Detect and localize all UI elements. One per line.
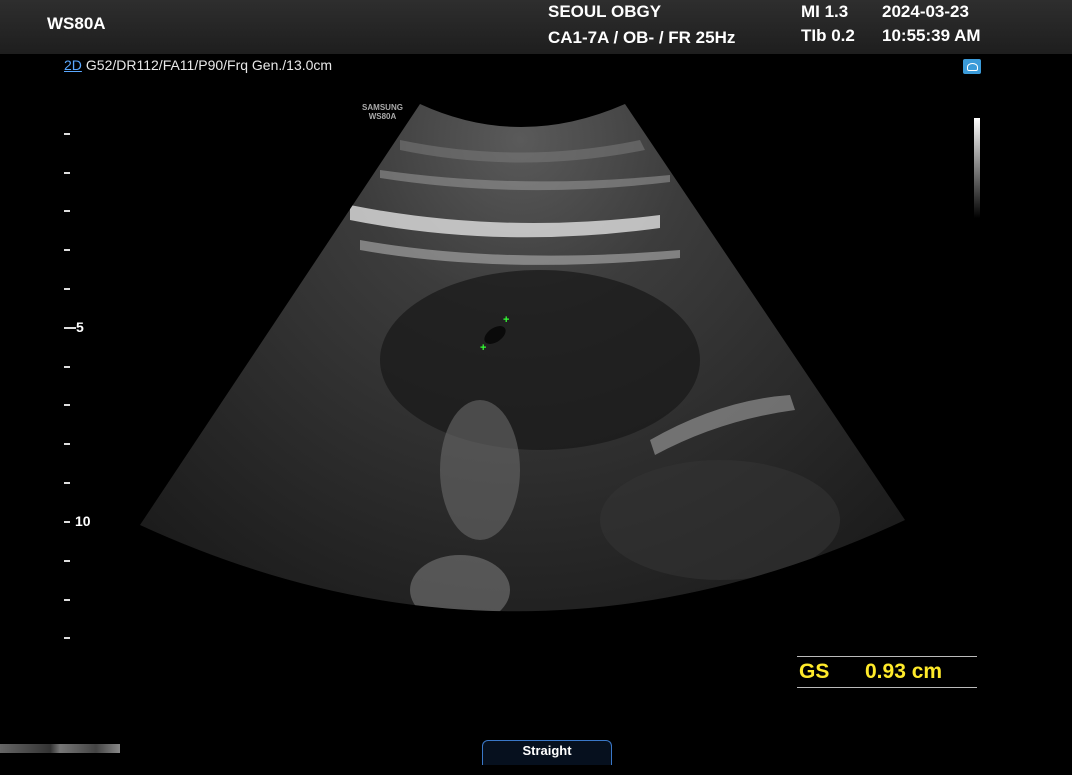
depth-tick <box>64 210 70 212</box>
brand-watermark: SAMSUNG WS80A <box>362 103 403 121</box>
depth-tick-major <box>64 521 70 523</box>
depth-tick-major <box>64 327 76 329</box>
depth-tick <box>64 443 70 445</box>
depth-tick <box>64 366 70 368</box>
depth-tick <box>64 249 70 251</box>
depth-tick <box>64 482 70 484</box>
depth-tick <box>64 288 70 290</box>
depth-label-5: 5 <box>76 319 84 335</box>
depth-tick <box>64 172 70 174</box>
gestational-sac-measurement: GS 0.93 cm <box>797 656 977 688</box>
depth-tick <box>64 404 70 406</box>
straight-button[interactable]: Straight <box>482 740 612 765</box>
depth-label-10: 10 <box>75 513 91 529</box>
depth-tick <box>64 637 70 639</box>
caliper-marker-start[interactable]: + <box>503 314 509 326</box>
depth-tick <box>64 133 70 135</box>
thumbnail-strip[interactable] <box>0 744 120 753</box>
measurement-value: 0.93 cm <box>865 660 943 683</box>
depth-tick <box>64 560 70 562</box>
depth-tick <box>64 599 70 601</box>
measurement-label: GS <box>799 660 830 683</box>
caliper-marker-end[interactable]: + <box>480 342 486 354</box>
